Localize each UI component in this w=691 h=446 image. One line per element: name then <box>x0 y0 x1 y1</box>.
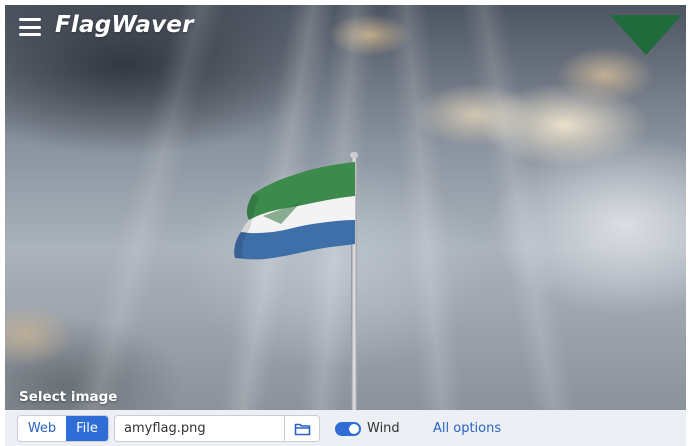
source-segmented-control: Web File <box>17 415 109 442</box>
triangle-down-icon[interactable] <box>610 15 682 55</box>
file-name-field[interactable]: amyflag.png <box>115 416 285 441</box>
folder-icon <box>294 423 310 435</box>
menu-bar-bottom <box>19 33 41 36</box>
tab-web[interactable]: Web <box>18 416 66 441</box>
tab-file[interactable]: File <box>66 416 108 441</box>
file-picker: amyflag.png <box>114 415 320 442</box>
app-title: FlagWaver <box>55 12 194 38</box>
menu-bar-middle <box>19 25 41 29</box>
hamburger-menu-icon[interactable] <box>19 18 41 36</box>
wind-toggle-knob <box>349 424 359 434</box>
flagwaver-app: FlagWaver Select image Web File amyflag.… <box>5 5 686 446</box>
wind-toggle[interactable] <box>335 422 361 436</box>
bottom-toolbar: Web File amyflag.png Wind All options <box>5 410 686 446</box>
menu-bar-top <box>19 18 41 21</box>
browse-file-button[interactable] <box>285 416 319 441</box>
waving-flag[interactable] <box>223 158 355 262</box>
select-image-label: Select image <box>19 389 118 405</box>
wind-label: Wind <box>367 421 400 436</box>
all-options-link[interactable]: All options <box>433 421 501 436</box>
